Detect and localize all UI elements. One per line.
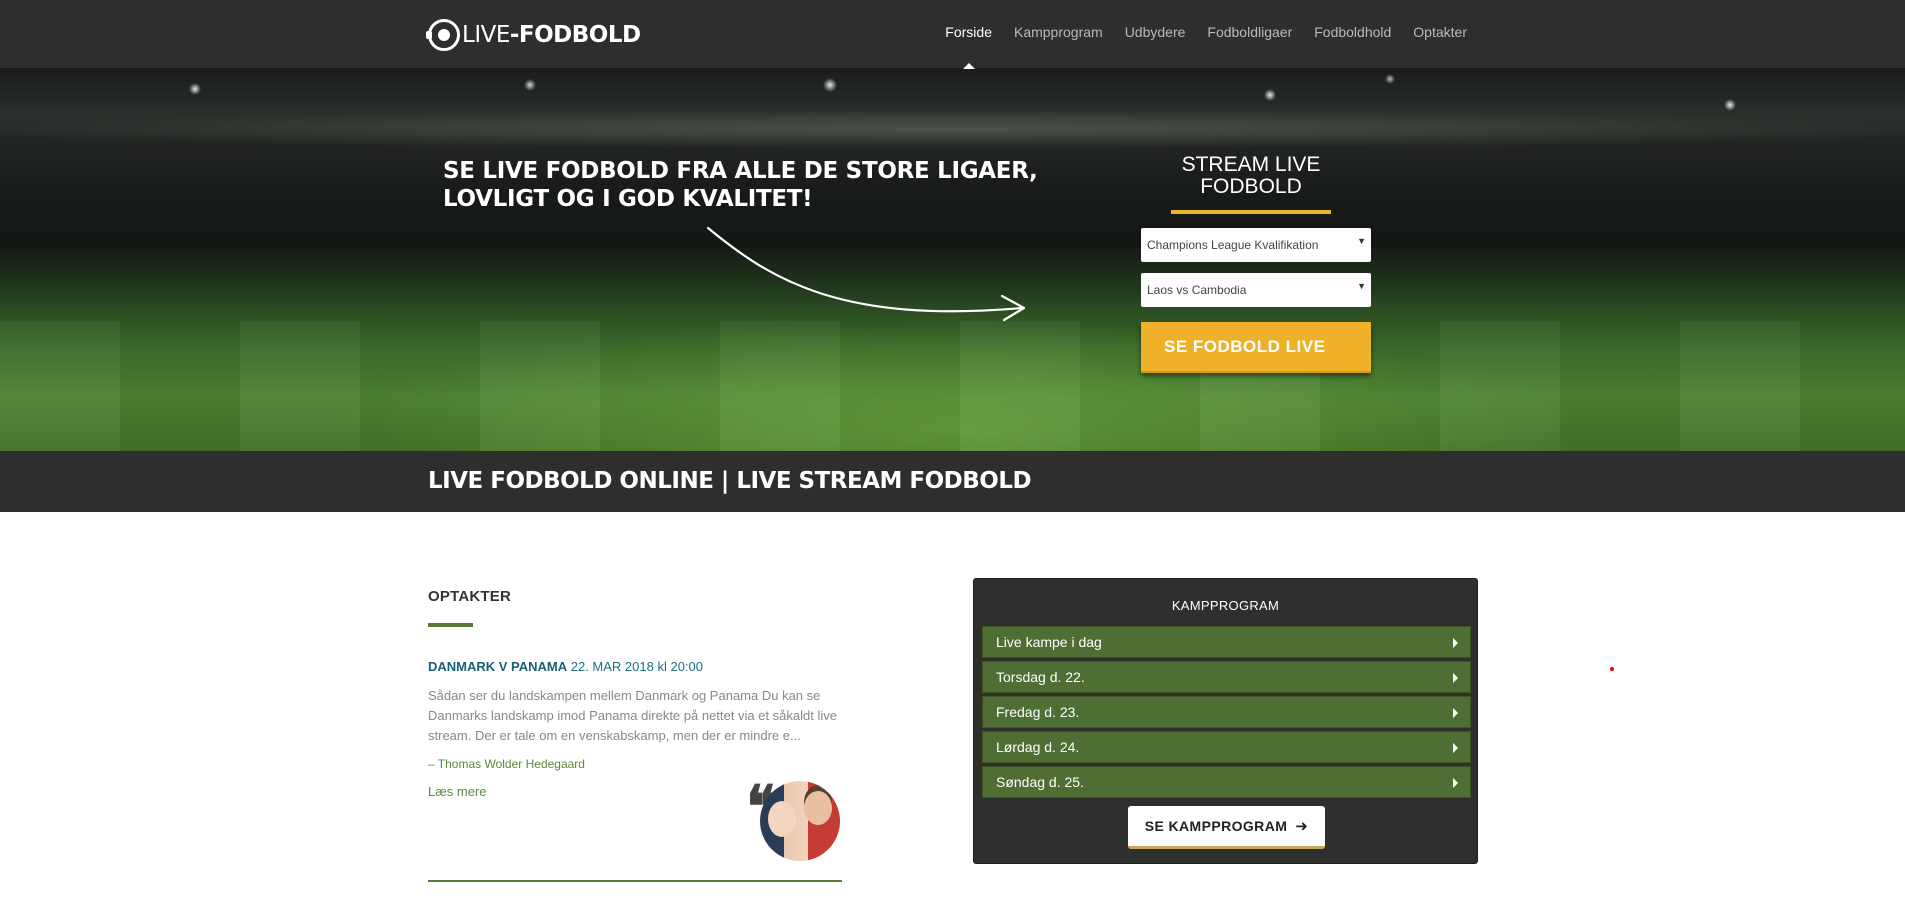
nav-item-optakter[interactable]: Optakter xyxy=(1413,24,1467,69)
kampprogram-row-label: Torsdag d. 22. xyxy=(996,669,1085,685)
hero-banner: SE LIVE FODBOLD FRA ALLE DE STORE LIGAER… xyxy=(0,69,1905,451)
caret-right-icon xyxy=(1453,708,1458,718)
caret-down-icon: ▼ xyxy=(1357,236,1366,246)
caret-right-icon xyxy=(1453,743,1458,753)
logo-text-live: LIVE xyxy=(462,22,510,48)
nav-item-kampprogram[interactable]: Kampprogram xyxy=(1014,24,1103,69)
football-icon xyxy=(426,19,460,51)
kampprogram-row-sunday[interactable]: Søndag d. 25. xyxy=(982,766,1471,798)
kampprogram-widget: KAMPPROGRAM Live kampe i dag Torsdag d. … xyxy=(973,578,1478,864)
article-author: – Thomas Wolder Hedegaard xyxy=(428,757,585,771)
article-excerpt: Sådan ser du landskampen mellem Danmark … xyxy=(428,688,837,743)
caret-right-icon xyxy=(1453,778,1458,788)
kampprogram-row-label: Lørdag d. 24. xyxy=(996,739,1080,755)
logo-text: LIVE-FODBOLD xyxy=(462,22,641,48)
arrow-right-icon: ➜ xyxy=(1295,818,1309,835)
read-more-link[interactable]: Læs mere xyxy=(428,784,487,799)
kampprogram-list: Live kampe i dag Torsdag d. 22. Fredag d… xyxy=(982,626,1471,801)
kampprogram-row-saturday[interactable]: Lørdag d. 24. xyxy=(982,731,1471,763)
nav-item-fodboldligaer[interactable]: Fodboldligaer xyxy=(1207,24,1292,69)
kampprogram-row-thursday[interactable]: Torsdag d. 22. xyxy=(982,661,1471,693)
site-header: LIVE-FODBOLD Forside Kampprogram Udbyder… xyxy=(0,0,1905,69)
optakter-section: OPTAKTER DANMARK V PANAMA 22. MAR 2018 k… xyxy=(428,588,842,882)
hero-headline: SE LIVE FODBOLD FRA ALLE DE STORE LIGAER… xyxy=(443,158,1038,212)
nav-item-fodboldhold[interactable]: Fodboldhold xyxy=(1314,24,1391,69)
article-match[interactable]: DANMARK V PANAMA xyxy=(428,659,567,674)
see-kampprogram-label: SE KAMPPROGRAM xyxy=(1144,818,1288,834)
section-title: OPTAKTER xyxy=(428,588,511,605)
watch-live-button[interactable]: SE FODBOLD LIVE xyxy=(1141,322,1371,373)
nav-item-forside[interactable]: Forside xyxy=(945,24,992,69)
match-select[interactable]: Laos vs Cambodia ▼ xyxy=(1141,273,1371,307)
caret-right-icon xyxy=(1453,673,1458,683)
league-select-value: Champions League Kvalifikation xyxy=(1147,238,1319,252)
kampprogram-row-friday[interactable]: Fredag d. 23. xyxy=(982,696,1471,728)
stream-widget: STREAM LIVE FODBOLD Champions League Kva… xyxy=(1141,154,1371,373)
site-logo[interactable]: LIVE-FODBOLD xyxy=(426,19,641,51)
section-underline xyxy=(428,623,473,627)
league-select[interactable]: Champions League Kvalifikation ▼ xyxy=(1141,228,1371,262)
page-title: LIVE FODBOLD ONLINE | LIVE STREAM FODBOL… xyxy=(428,468,1032,494)
caret-right-icon xyxy=(1453,638,1458,648)
kampprogram-title: KAMPPROGRAM xyxy=(1171,598,1280,613)
red-dot-marker xyxy=(1610,667,1614,671)
curved-arrow-icon xyxy=(706,226,1026,322)
article-datetime: 22. MAR 2018 kl 20:00 xyxy=(567,659,703,674)
title-band: LIVE FODBOLD ONLINE | LIVE STREAM FODBOL… xyxy=(0,451,1905,512)
main-nav: Forside Kampprogram Udbydere Fodboldliga… xyxy=(923,24,1467,69)
kampprogram-row-label: Søndag d. 25. xyxy=(996,774,1084,790)
see-kampprogram-button[interactable]: SE KAMPPROGRAM ➜ xyxy=(1128,806,1325,849)
logo-text-fodbold: -FODBOLD xyxy=(509,22,641,48)
article-heading[interactable]: DANMARK V PANAMA 22. MAR 2018 kl 20:00 xyxy=(428,659,842,674)
kampprogram-row-today[interactable]: Live kampe i dag xyxy=(982,626,1471,658)
kampprogram-row-label: Fredag d. 23. xyxy=(996,704,1080,720)
pitch-stripes xyxy=(0,321,1905,451)
nav-item-udbydere[interactable]: Udbydere xyxy=(1125,24,1186,69)
caret-down-icon: ▼ xyxy=(1357,281,1366,291)
match-select-value: Laos vs Cambodia xyxy=(1147,283,1247,297)
author-avatar xyxy=(760,781,840,861)
stream-title: STREAM LIVE FODBOLD xyxy=(1171,154,1331,214)
section-divider xyxy=(428,880,842,882)
kampprogram-row-label: Live kampe i dag xyxy=(996,634,1102,650)
